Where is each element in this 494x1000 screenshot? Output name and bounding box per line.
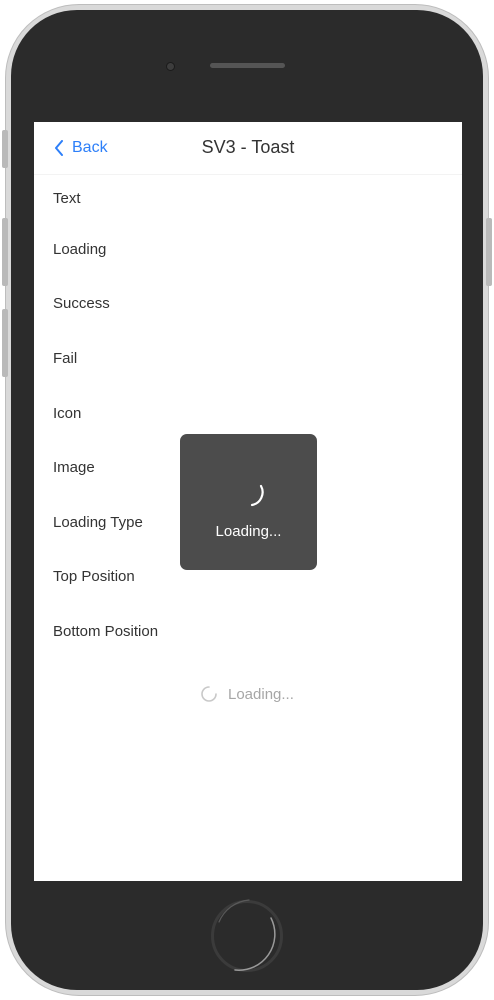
front-camera	[166, 62, 175, 71]
list-item-loading[interactable]: Loading	[34, 222, 462, 277]
toast-message: Loading...	[215, 523, 282, 540]
list-item-text[interactable]: Text	[34, 176, 462, 222]
list-item-fail[interactable]: Fail	[34, 331, 462, 386]
list-item-bottom-position[interactable]: Bottom Position	[34, 604, 462, 659]
list-loading-indicator: Loading...	[200, 685, 294, 703]
navigation-bar: Back SV3 - Toast	[34, 122, 462, 175]
page-title: SV3 - Toast	[201, 137, 295, 157]
device-mute-switch	[2, 130, 8, 168]
list-loading-text: Loading...	[228, 685, 294, 703]
list-item-success[interactable]: Success	[34, 277, 462, 332]
home-button-ring	[218, 899, 276, 971]
device-volume-down-button	[2, 309, 8, 377]
earpiece-speaker	[210, 63, 285, 68]
toast-demo-list: Text Loading Success Fail Icon Image Loa…	[34, 176, 462, 659]
list-item-icon[interactable]: Icon	[34, 386, 462, 441]
device-power-button	[486, 218, 492, 286]
device-volume-up-button	[2, 218, 8, 286]
loading-spinner-icon	[250, 484, 264, 507]
loading-toast: Loading...	[180, 434, 317, 570]
toast-spinner	[231, 476, 265, 515]
loading-spinner-icon	[201, 686, 217, 702]
